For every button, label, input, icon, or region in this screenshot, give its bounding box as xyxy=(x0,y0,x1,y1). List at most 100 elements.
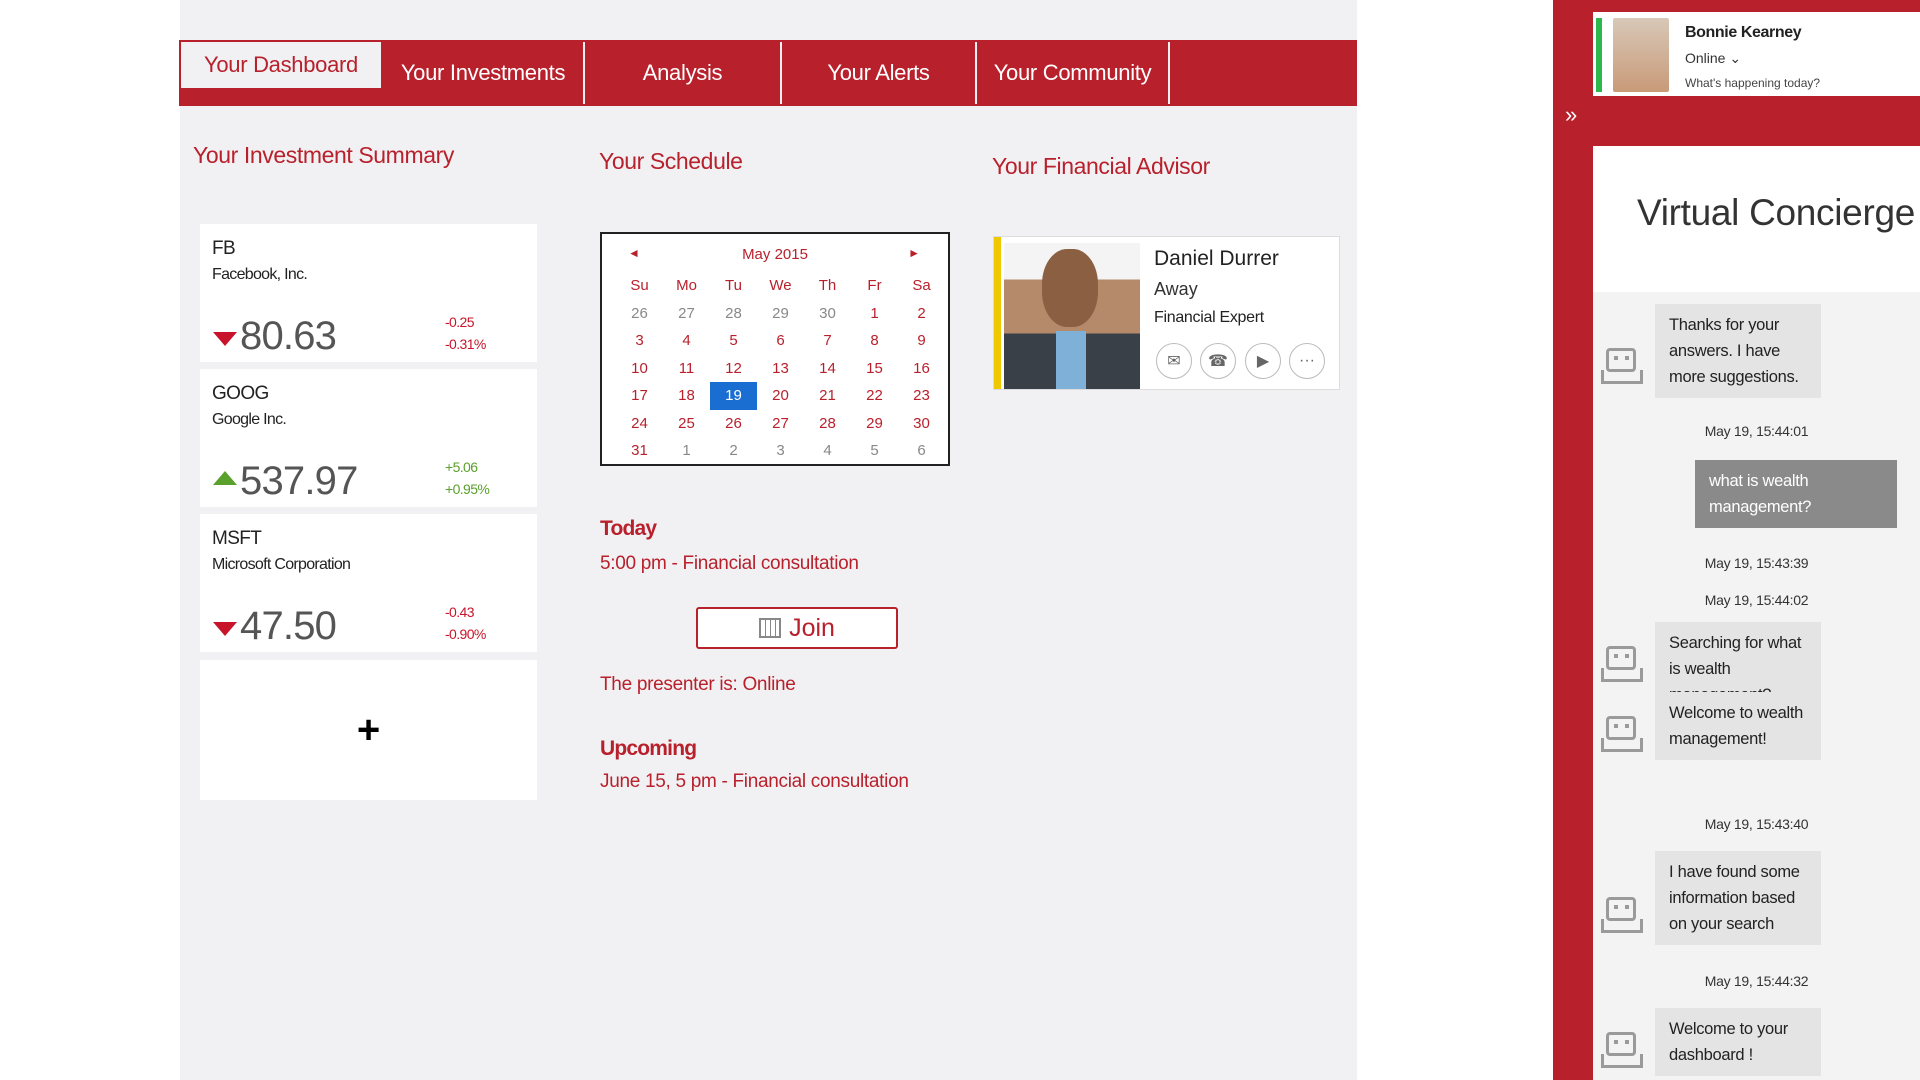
upcoming-event[interactable]: June 15, 5 pm - Financial consultation xyxy=(600,771,909,793)
calendar-day[interactable]: 20 xyxy=(757,382,804,410)
stock-change: -0.43 -0.90% xyxy=(445,601,486,645)
calendar-day[interactable]: 21 xyxy=(804,382,851,410)
bot-avatar-icon xyxy=(1601,712,1643,754)
up-arrow-icon xyxy=(213,471,237,485)
main-tabs: Your Dashboard Your Investments Analysis… xyxy=(179,40,1357,106)
calendar-day[interactable]: 27 xyxy=(757,410,804,438)
calendar-day[interactable]: 28 xyxy=(710,300,757,328)
calendar-day[interactable]: 16 xyxy=(898,355,945,383)
calendar-day[interactable]: 29 xyxy=(851,410,898,438)
calendar-day[interactable]: 19 xyxy=(710,382,757,410)
change-value: +5.06 xyxy=(445,459,478,475)
calendar-day[interactable]: 10 xyxy=(616,355,663,383)
calendar-day[interactable]: 30 xyxy=(898,410,945,438)
tab-analysis[interactable]: Analysis xyxy=(585,42,782,104)
calendar-day[interactable]: 12 xyxy=(710,355,757,383)
bot-message: I have found some information based on y… xyxy=(1655,851,1821,945)
stock-card[interactable]: FB Facebook, Inc. 80.63 -0.25 -0.31% xyxy=(200,224,537,362)
investment-summary-title: Your Investment Summary xyxy=(193,142,454,168)
calendar-day[interactable]: 23 xyxy=(898,382,945,410)
weekday-label: Th xyxy=(818,277,837,294)
calendar-day[interactable]: 18 xyxy=(663,382,710,410)
video-button[interactable]: ▶ xyxy=(1245,343,1281,379)
presence-indicator xyxy=(1596,18,1602,92)
calendar-grid: Su Mo Tu We Th Fr Sa 26 27 28 29 30 1 2 3 4 5 6 7 8 9 10 11 12 1… xyxy=(616,272,945,465)
calendar-day[interactable]: 3 xyxy=(757,437,804,465)
schedule-title: Your Schedule xyxy=(599,148,743,174)
chevron-down-icon: ⌄ xyxy=(1729,50,1742,66)
calendar-day[interactable]: 1 xyxy=(851,300,898,328)
calendar-day[interactable]: 4 xyxy=(804,437,851,465)
next-month-button[interactable]: ► xyxy=(908,246,920,260)
meeting-icon xyxy=(759,618,782,638)
stock-name: Google Inc. xyxy=(212,411,287,428)
today-event[interactable]: 5:00 pm - Financial consultation xyxy=(600,553,859,575)
calendar-day[interactable]: 3 xyxy=(616,327,663,355)
calendar-day[interactable]: 2 xyxy=(710,437,757,465)
calendar-day[interactable]: 17 xyxy=(616,382,663,410)
calendar-day[interactable]: 30 xyxy=(804,300,851,328)
calendar-day[interactable]: 9 xyxy=(898,327,945,355)
calendar-day[interactable]: 5 xyxy=(710,327,757,355)
message-timestamp: May 19, 15:44:32 xyxy=(1704,973,1809,989)
calendar-day[interactable]: 27 xyxy=(663,300,710,328)
collapse-panel-icon[interactable]: » xyxy=(1565,102,1577,128)
user-status: Online xyxy=(1685,50,1726,66)
stock-card[interactable]: MSFT Microsoft Corporation 47.50 -0.43 -0… xyxy=(200,514,537,652)
calendar-day[interactable]: 4 xyxy=(663,327,710,355)
calendar-day[interactable]: 6 xyxy=(757,327,804,355)
user-header: Bonnie Kearney Online ⌄ What's happening… xyxy=(1593,12,1920,96)
call-button[interactable]: ☎ xyxy=(1200,343,1236,379)
calendar-day[interactable]: 26 xyxy=(616,300,663,328)
stock-change: +5.06 +0.95% xyxy=(445,456,490,500)
calendar-day[interactable]: 1 xyxy=(663,437,710,465)
bot-message: Welcome to your dashboard ! xyxy=(1655,1008,1821,1076)
change-value: -0.43 xyxy=(445,604,475,620)
calendar-day[interactable]: 7 xyxy=(804,327,851,355)
chat-log: Thanks for your answers. I have more sug… xyxy=(1593,292,1920,1080)
stock-symbol: FB xyxy=(212,238,236,259)
tab-investments[interactable]: Your Investments xyxy=(383,42,585,104)
calendar-day[interactable]: 22 xyxy=(851,382,898,410)
calendar-day[interactable]: 31 xyxy=(616,437,663,465)
calendar-day[interactable]: 28 xyxy=(804,410,851,438)
weekday-label: Sa xyxy=(912,277,931,294)
calendar-day[interactable]: 8 xyxy=(851,327,898,355)
status-dropdown[interactable]: Online ⌄ xyxy=(1685,50,1741,67)
calendar-day[interactable]: 29 xyxy=(757,300,804,328)
calendar-day[interactable]: 15 xyxy=(851,355,898,383)
bot-message: Welcome to wealth management! xyxy=(1655,692,1821,760)
calendar-day[interactable]: 6 xyxy=(898,437,945,465)
bot-avatar-icon xyxy=(1601,893,1643,935)
phone-icon: ☎ xyxy=(1208,353,1228,370)
calendar-day[interactable]: 24 xyxy=(616,410,663,438)
tab-community[interactable]: Your Community xyxy=(977,42,1170,104)
calendar-day[interactable]: 26 xyxy=(710,410,757,438)
calendar-day[interactable]: 11 xyxy=(663,355,710,383)
advisor-status: Away xyxy=(1154,279,1198,299)
concierge-title: Virtual Concierge xyxy=(1637,192,1916,233)
advisor-card: Daniel Durrer Away Financial Expert ✉ ☎ … xyxy=(993,236,1340,390)
calendar-day[interactable]: 13 xyxy=(757,355,804,383)
join-button[interactable]: Join xyxy=(696,607,898,649)
change-percent: -0.31% xyxy=(445,336,486,352)
add-stock-button[interactable]: + xyxy=(200,660,537,800)
stock-card[interactable]: GOOG Google Inc. 537.97 +5.06 +0.95% xyxy=(200,369,537,507)
tab-alerts[interactable]: Your Alerts xyxy=(782,42,977,104)
more-button[interactable]: ··· xyxy=(1289,343,1325,379)
tab-dashboard[interactable]: Your Dashboard xyxy=(179,40,383,90)
calendar-day[interactable]: 25 xyxy=(663,410,710,438)
weekday-label: We xyxy=(769,277,792,294)
stock-name: Microsoft Corporation xyxy=(212,556,351,573)
calendar-day[interactable]: 2 xyxy=(898,300,945,328)
chat-button[interactable]: ✉ xyxy=(1156,343,1192,379)
calendar-day[interactable]: 14 xyxy=(804,355,851,383)
weekday-label: Fr xyxy=(867,277,882,294)
concierge-header: Virtual Concierge xyxy=(1593,146,1920,292)
calendar-day[interactable]: 5 xyxy=(851,437,898,465)
status-message[interactable]: What's happening today? xyxy=(1685,76,1820,90)
message-timestamp: May 19, 15:43:39 xyxy=(1704,555,1809,571)
presenter-status: The presenter is: Online xyxy=(600,674,796,695)
message-timestamp: May 19, 15:43:40 xyxy=(1704,816,1809,832)
more-icon: ··· xyxy=(1299,352,1315,369)
